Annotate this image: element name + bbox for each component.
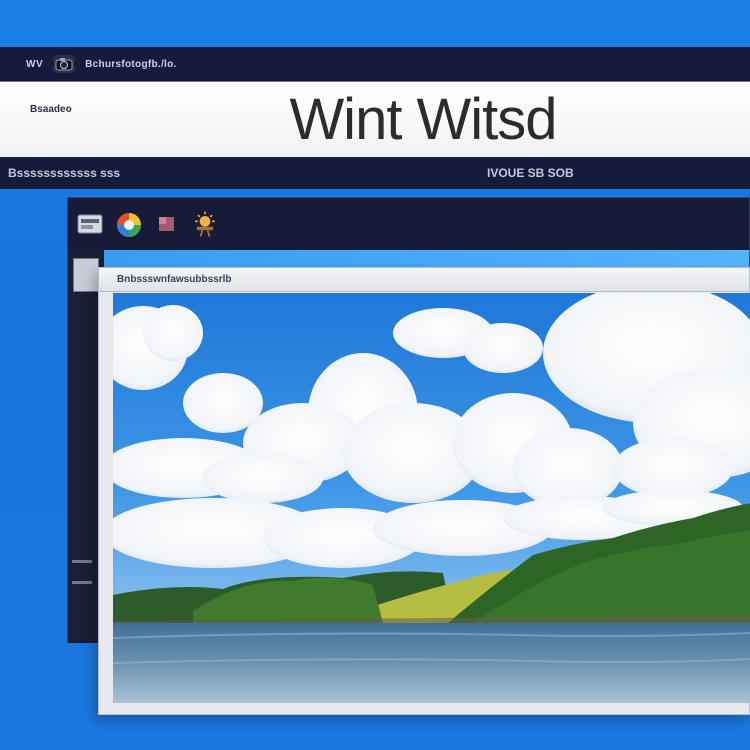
status-left-text: Bssssssssssss sss bbox=[8, 166, 121, 180]
editor-toolbar bbox=[68, 198, 749, 250]
palette-icon[interactable] bbox=[151, 208, 183, 240]
photo-titlebar[interactable]: Bnbssswnfawsubbssrlb bbox=[99, 268, 749, 292]
back-window: WV Bchursfotogfb./lo. Bsaadeo Wint Witsd… bbox=[0, 47, 750, 189]
color-wheel-icon[interactable] bbox=[113, 208, 145, 240]
app-title: Bchursfotogfb./lo. bbox=[85, 58, 177, 70]
back-titlebar: WV Bchursfotogfb./lo. bbox=[0, 47, 750, 81]
status-right-text: IVOUE SB SOB bbox=[487, 166, 574, 180]
photo-title: Bnbssswnfawsubbssrlb bbox=[117, 274, 232, 285]
version-label: WV bbox=[26, 58, 44, 70]
sidebar-item[interactable] bbox=[72, 581, 92, 584]
landscape-photo bbox=[113, 293, 750, 703]
status-row: Bssssssssssss sss IVOUE SB SOB bbox=[0, 159, 750, 189]
sidebar-list bbox=[72, 560, 98, 602]
camera-icon[interactable] bbox=[53, 55, 76, 73]
page-title: Wint Witsd bbox=[289, 87, 557, 152]
sun-icon[interactable] bbox=[189, 208, 221, 240]
photo-tool-icon[interactable] bbox=[75, 208, 107, 240]
thumbnail[interactable] bbox=[73, 258, 99, 292]
header-bar: Bsaadeo Wint Witsd bbox=[0, 81, 750, 159]
sidebar-item[interactable] bbox=[72, 560, 92, 563]
photo-window[interactable]: Bnbssswnfawsubbssrlb bbox=[98, 267, 750, 715]
